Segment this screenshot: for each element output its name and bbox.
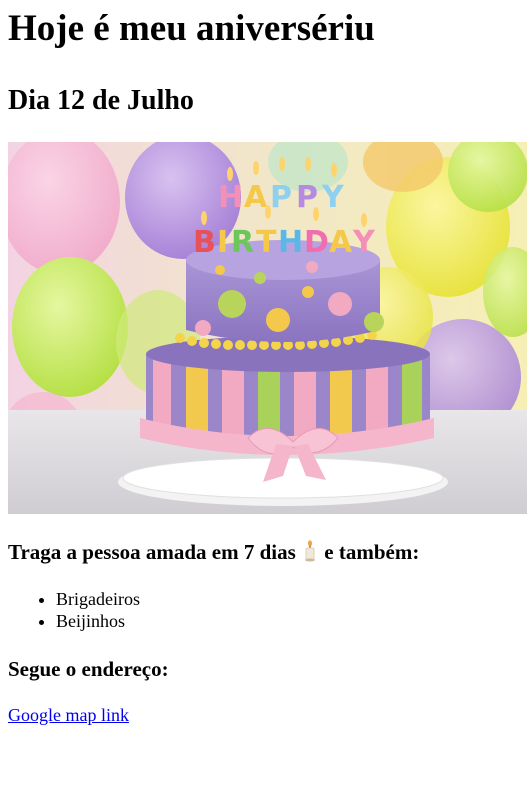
map-paragraph: Google map link [8,704,519,726]
invite-text-end: e também: [324,540,420,564]
page-title: Hoje é meu aniversériu [8,8,375,49]
svg-text:P: P [270,180,292,215]
svg-text:I: I [217,225,228,260]
svg-text:R: R [231,225,254,260]
svg-text:A: A [244,180,268,215]
svg-text:B: B [193,225,216,260]
svg-text:H: H [278,225,303,260]
svg-text:H: H [218,180,243,215]
svg-text:D: D [304,225,329,260]
birthday-cake-image: H A P P Y B I R T H D A Y [8,142,527,514]
treats-list: Brigadeiros Beijinhos [8,588,519,632]
invite-text-start: Traga a pessoa amada em 7 dias [8,540,296,564]
invite-heading: Traga a pessoa amada em 7 dias e também: [8,540,519,564]
svg-text:Y: Y [321,180,345,215]
google-map-link[interactable]: Google map link [8,705,129,725]
address-heading: Segue o endereço: [8,657,169,681]
svg-text:Y: Y [352,225,376,260]
svg-text:T: T [256,225,277,260]
date-heading: Dia 12 de Julho [8,85,194,116]
page: Hoje é meu aniversériu Dia 12 de Julho H… [0,8,527,726]
list-item: Brigadeiros [56,588,519,610]
candle-icon [305,540,316,562]
svg-text:A: A [329,225,353,260]
list-item: Beijinhos [56,610,519,632]
